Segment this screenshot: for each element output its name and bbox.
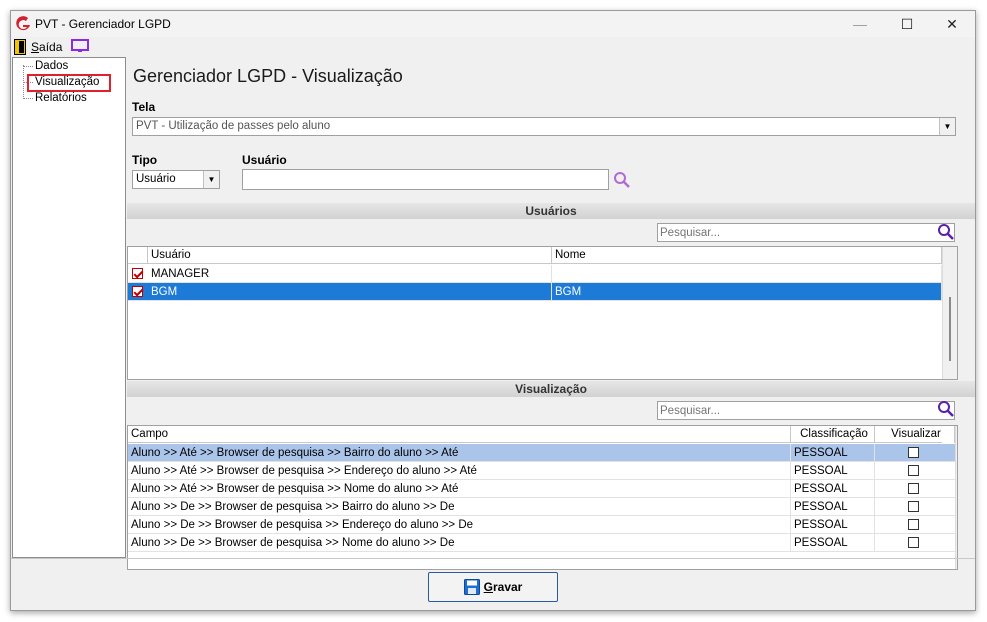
- tree-item-relatorios[interactable]: Relatórios: [35, 92, 87, 104]
- exit-door-icon[interactable]: [14, 39, 26, 55]
- usuarios-section-header: Usuários: [127, 203, 975, 219]
- classificacao-cell: PESSOAL: [791, 444, 875, 462]
- search-icon[interactable]: [937, 223, 955, 241]
- usuarios-search-input[interactable]: [657, 223, 955, 242]
- search-icon[interactable]: [613, 171, 631, 189]
- usuarios-grid: Usuário Nome MANAGER BGM BGM: [127, 246, 958, 380]
- visualizar-checkbox[interactable]: [908, 447, 919, 458]
- visualizacao-section-header: Visualização: [127, 381, 975, 397]
- usuario-cell: BGM: [148, 283, 552, 301]
- classificacao-cell: PESSOAL: [791, 534, 875, 552]
- row-checkbox[interactable]: [132, 286, 143, 297]
- checkbox-column-header: [128, 247, 148, 264]
- visualizar-checkbox[interactable]: [908, 483, 919, 494]
- tree-connector: [23, 66, 33, 67]
- tipo-value: Usuário: [136, 173, 176, 185]
- scrollbar-thumb[interactable]: [949, 297, 951, 361]
- column-header-campo[interactable]: Campo: [128, 426, 791, 443]
- column-header-nome[interactable]: Nome: [552, 247, 942, 264]
- selected-item-highlight: [27, 74, 111, 92]
- usuario-label: Usuário: [242, 153, 287, 167]
- chevron-down-icon[interactable]: ▼: [203, 171, 219, 188]
- visualizar-checkbox[interactable]: [908, 465, 919, 476]
- usuario-cell: MANAGER: [148, 265, 552, 283]
- campo-cell: Aluno >> De >> Browser de pesquisa >> No…: [128, 534, 791, 552]
- maximize-button[interactable]: ☐: [884, 11, 930, 37]
- page-title: Gerenciador LGPD - Visualização: [133, 66, 403, 86]
- campo-cell: Aluno >> Até >> Browser de pesquisa >> B…: [128, 444, 791, 462]
- save-button-label: Gravar: [483, 580, 523, 594]
- close-button[interactable]: ✕: [929, 11, 975, 37]
- campo-cell: Aluno >> Até >> Browser de pesquisa >> N…: [128, 480, 791, 498]
- visualizacao-search-input[interactable]: [657, 401, 955, 420]
- app-logo-icon: [16, 16, 30, 31]
- save-button[interactable]: Gravar: [428, 572, 558, 602]
- app-window: PVT - Gerenciador LGPD — ☐ ✕ Saída Dados…: [10, 10, 976, 611]
- campo-cell: Aluno >> De >> Browser de pesquisa >> En…: [128, 516, 791, 534]
- table-row[interactable]: Aluno >> Até >> Browser de pesquisa >> B…: [128, 444, 955, 462]
- window-title: PVT - Gerenciador LGPD: [35, 17, 171, 31]
- main-panel: Gerenciador LGPD - Visualização Tela PVT…: [127, 57, 975, 570]
- nome-cell: [552, 265, 942, 283]
- tela-label: Tela: [132, 100, 156, 114]
- visualizar-checkbox[interactable]: [908, 519, 919, 530]
- tipo-select[interactable]: Usuário ▼: [132, 170, 220, 189]
- table-row[interactable]: Aluno >> Até >> Browser de pesquisa >> E…: [128, 462, 955, 480]
- minimize-button[interactable]: —: [837, 11, 883, 37]
- visualizacao-grid-header: Campo Classificação Visualizar: [128, 426, 955, 443]
- table-row[interactable]: MANAGER: [128, 265, 942, 283]
- tree-item-dados[interactable]: Dados: [35, 60, 68, 72]
- classificacao-cell: PESSOAL: [791, 516, 875, 534]
- column-header-usuario[interactable]: Usuário: [148, 247, 552, 264]
- usuarios-grid-header: Usuário Nome: [128, 247, 942, 264]
- usuario-input[interactable]: [242, 169, 609, 190]
- classificacao-cell: PESSOAL: [791, 462, 875, 480]
- campo-cell: Aluno >> De >> Browser de pesquisa >> Ba…: [128, 498, 791, 516]
- visualizar-checkbox[interactable]: [908, 537, 919, 548]
- footer-bar: Gravar: [11, 558, 975, 610]
- table-row[interactable]: Aluno >> Até >> Browser de pesquisa >> N…: [128, 480, 955, 498]
- chevron-down-icon[interactable]: ▼: [939, 118, 955, 135]
- tree-connector: [23, 98, 33, 99]
- classificacao-cell: PESSOAL: [791, 480, 875, 498]
- navigation-tree: Dados Visualização Relatórios: [12, 57, 126, 558]
- menu-bar: Saída: [11, 37, 975, 57]
- search-icon[interactable]: [937, 400, 955, 418]
- tela-value: PVT - Utilização de passes pelo aluno: [136, 120, 331, 132]
- table-row[interactable]: Aluno >> De >> Browser de pesquisa >> En…: [128, 516, 955, 534]
- column-header-classificacao[interactable]: Classificação: [791, 426, 875, 443]
- visualizar-checkbox[interactable]: [908, 501, 919, 512]
- table-row[interactable]: Aluno >> De >> Browser de pesquisa >> No…: [128, 534, 955, 552]
- table-row[interactable]: BGM BGM: [128, 283, 942, 301]
- tela-select[interactable]: PVT - Utilização de passes pelo aluno ▼: [132, 117, 956, 136]
- monitor-icon[interactable]: [71, 39, 89, 54]
- column-header-visualizar[interactable]: Visualizar: [875, 426, 955, 443]
- exit-menu-item[interactable]: Saída: [31, 40, 62, 54]
- row-checkbox[interactable]: [132, 268, 143, 279]
- usuarios-scrollbar[interactable]: [942, 247, 957, 379]
- campo-cell: Aluno >> Até >> Browser de pesquisa >> E…: [128, 462, 791, 480]
- classificacao-cell: PESSOAL: [791, 498, 875, 516]
- table-row[interactable]: Aluno >> De >> Browser de pesquisa >> Ba…: [128, 498, 955, 516]
- visualizacao-grid: Campo Classificação Visualizar Aluno >> …: [127, 425, 958, 570]
- tipo-label: Tipo: [132, 153, 158, 167]
- nome-cell: BGM: [552, 283, 942, 301]
- visualizacao-scrollbar[interactable]: [955, 426, 957, 569]
- floppy-disk-icon: [463, 579, 480, 595]
- tree-connector: [23, 65, 24, 97]
- title-bar: PVT - Gerenciador LGPD — ☐ ✕: [11, 11, 975, 37]
